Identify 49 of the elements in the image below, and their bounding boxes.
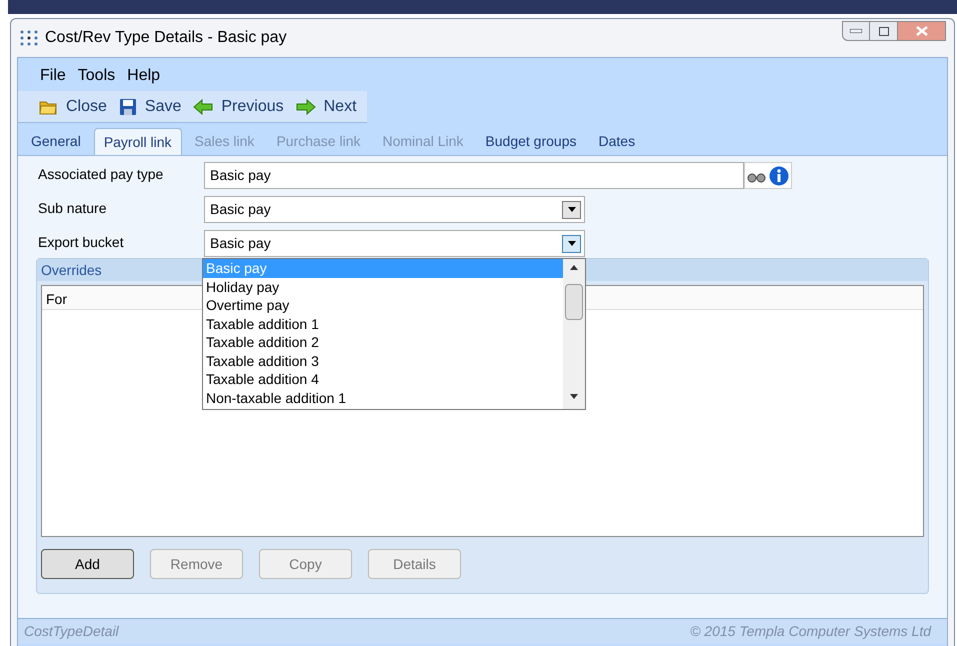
dropdown-button[interactable] — [562, 234, 581, 252]
field-label: Export bucket — [38, 233, 125, 252]
arrow-right-icon — [296, 98, 316, 114]
dropdown-option[interactable]: Taxable addition 2 — [203, 333, 563, 352]
tab[interactable]: General — [22, 128, 90, 155]
status-text: CostTypeDetail — [24, 622, 119, 641]
field-label: Sub nature — [38, 199, 108, 218]
dropdown-option[interactable]: Holiday pay — [203, 278, 563, 296]
dropdown-field[interactable]: Basic pay — [204, 196, 585, 223]
dropdown-field[interactable]: Basic pay — [204, 230, 585, 257]
close-button[interactable] — [898, 21, 946, 41]
minimize-button[interactable] — [842, 21, 870, 41]
dropdown-option[interactable]: Overtime pay — [203, 296, 563, 314]
minimize-icon — [850, 29, 862, 33]
caret-icon — [568, 207, 576, 212]
window-title: Cost/Rev Type Details - Basic pay — [45, 28, 287, 48]
maximize-button[interactable] — [870, 21, 898, 41]
scrollbar[interactable] — [563, 259, 585, 409]
tab[interactable]: Payroll link — [94, 128, 182, 155]
field-label: Associated pay type — [38, 165, 164, 184]
app-icon — [19, 29, 39, 47]
dropdown-option[interactable]: Taxable addition 4 — [203, 370, 563, 388]
scroll-down-icon[interactable] — [570, 394, 578, 399]
dropdown-option[interactable]: Non-taxable addition 1 — [203, 388, 563, 407]
dropdown-option[interactable]: Taxable addition 1 — [203, 314, 563, 333]
toolbar-button[interactable]: Close — [38, 94, 107, 118]
text-field[interactable]: Basic pay — [204, 162, 744, 189]
tab[interactable]: Dates — [590, 128, 644, 155]
info-icon[interactable] — [769, 166, 789, 186]
menu-item[interactable]: File — [40, 64, 66, 88]
panel-title: Overrides — [41, 260, 102, 280]
menu-item[interactable]: Help — [127, 64, 160, 88]
menu-item[interactable]: Tools — [78, 64, 116, 88]
toolbar-button[interactable]: Previous — [193, 94, 284, 118]
save-icon — [118, 98, 137, 116]
dropdown-option[interactable]: Taxable addition 3 — [203, 352, 563, 370]
toolbar-button[interactable]: Save — [118, 94, 182, 118]
scroll-up-icon[interactable] — [570, 265, 578, 270]
column-header[interactable]: For — [42, 286, 71, 309]
dropdown-button[interactable] — [562, 200, 581, 218]
action-button[interactable]: Add — [41, 549, 134, 579]
tab[interactable]: Budget groups — [476, 128, 586, 155]
copyright-text: © 2015 Templa Computer Systems Ltd — [690, 622, 931, 641]
scroll-thumb[interactable] — [565, 284, 583, 320]
arrow-left-icon — [193, 98, 214, 114]
maximize-icon — [878, 26, 888, 36]
toolbar-button[interactable]: Next — [296, 94, 357, 118]
caret-icon — [568, 241, 576, 246]
close-icon — [916, 26, 928, 36]
